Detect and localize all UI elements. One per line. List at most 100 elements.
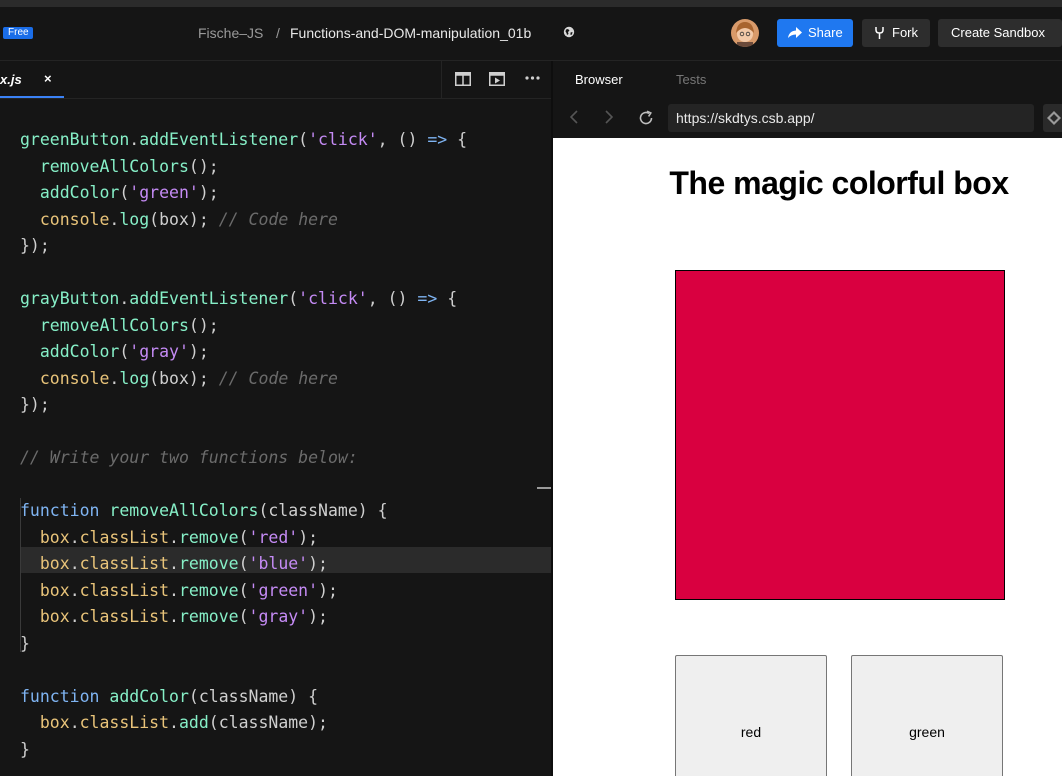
browser-pane: Browser Tests https://skdtys.csb.app/ Th… [553,61,1062,776]
close-icon[interactable]: × [44,71,52,86]
code-line[interactable]: } [20,737,30,763]
magic-color-box [675,270,1005,600]
url-input[interactable]: https://skdtys.csb.app/ [668,104,1034,132]
code-token: remove [178,527,239,547]
code-line[interactable]: function addColor(className) { [20,684,318,710]
avatar[interactable] [731,19,759,47]
code-line[interactable]: addColor('gray'); [20,339,209,365]
tab-browser[interactable]: Browser [575,72,623,87]
tab-tests[interactable]: Tests [676,72,706,87]
scrollbar-marker[interactable] [537,487,551,489]
code-line[interactable]: box.classList.remove('green'); [20,578,338,604]
open-external-button[interactable] [1043,104,1062,132]
code-token: remove [178,607,239,626]
create-sandbox-label: Create Sandbox [951,25,1045,40]
code-token: box [39,713,70,732]
code-token: (className) { [188,686,319,706]
browser-navbar: https://skdtys.csb.app/ [553,99,1062,137]
code-token: ); [198,183,219,202]
code-token: (className) { [258,501,388,520]
code-token: removeAllColors [39,315,189,335]
share-button[interactable]: Share [777,19,853,47]
code-line[interactable]: greenButton.addEventListener('click', ()… [20,127,467,153]
code-token: classList [79,554,170,573]
code-token: 'red' [248,527,299,547]
code-line[interactable]: } [20,631,30,657]
code-token: { [447,130,468,149]
code-token: box [39,580,70,600]
code-line[interactable]: console.log(box); // Code here [20,207,338,233]
window-top-strip [0,0,1062,7]
code-token: box [39,554,70,573]
code-line[interactable]: removeAllColors(); [20,154,219,180]
code-token: box [39,527,70,547]
code-token: (box); [149,368,219,388]
split-view-icon[interactable] [455,72,471,86]
code-token: console [39,209,110,229]
code-token: ); [318,580,338,600]
breadcrumb-separator: / [276,25,280,41]
code-token: 'gray' [248,607,309,626]
code-token: ( [238,580,249,600]
green-button[interactable]: green [851,655,1003,776]
code-line[interactable]: removeAllColors(); [20,313,219,339]
code-line[interactable]: function removeAllColors(className) { [20,498,388,524]
code-line[interactable]: }); [20,392,50,418]
share-icon [788,27,802,38]
file-tab-label: x.js [0,72,22,87]
code-line[interactable]: box.classList.remove('blue'); [20,551,328,577]
code-line[interactable]: // Write your two functions below: [20,445,358,471]
code-token: . [169,580,179,600]
code-line[interactable]: }); [20,233,50,259]
code-token: add [178,713,209,732]
code-token: (); [188,315,219,335]
code-line[interactable]: box.classList.remove('gray'); [20,604,328,630]
code-line[interactable]: box.classList.remove('red'); [20,525,318,551]
code-token: . [169,527,179,547]
fork-button[interactable]: Fork [862,19,930,47]
code-area[interactable]: greenButton.addEventListener('click', ()… [0,98,551,776]
red-button[interactable]: red [675,655,827,776]
file-tab[interactable]: x.js × [0,61,64,98]
code-token: 'green' [248,580,319,600]
code-line[interactable]: addColor('green'); [20,180,219,206]
code-token: . [119,289,130,308]
code-line[interactable]: box.classList.add(className); [20,710,328,736]
code-token: , () [367,289,418,308]
code-token: addEventListener [129,289,289,308]
back-icon[interactable] [570,110,578,124]
create-sandbox-button[interactable]: Create Sandbox [938,19,1062,47]
preview-icon[interactable] [489,72,505,86]
code-token: ( [238,554,249,573]
globe-icon[interactable] [563,26,575,38]
code-token: } [20,633,30,653]
code-token: } [20,739,30,759]
code-token: removeAllColors [109,501,259,520]
code-token: addColor [109,686,189,706]
forward-icon[interactable] [605,110,613,124]
code-token: => [427,130,448,149]
code-line[interactable]: grayButton.addEventListener('click', () … [20,286,457,312]
editor-tab-bar: x.js × [0,61,551,99]
top-bar: Free Fische–JS / Functions-and-DOM-manip… [0,7,1062,61]
code-token: . [109,368,120,388]
sandbox-name[interactable]: Functions-and-DOM-manipulation_01b [290,24,531,42]
more-options-icon[interactable] [525,76,540,80]
code-token: . [109,209,120,229]
plan-badge: Free [3,27,33,39]
code-token: . [69,607,80,626]
code-token: addColor [39,183,120,202]
code-token: console [39,368,110,388]
breadcrumb-owner[interactable]: Fische–JS [198,24,263,42]
code-token: addColor [39,342,120,361]
code-line[interactable]: console.log(box); // Code here [20,366,338,392]
refresh-icon[interactable] [638,110,654,126]
code-token: function [20,686,100,706]
codesandbox-icon [1047,111,1061,125]
